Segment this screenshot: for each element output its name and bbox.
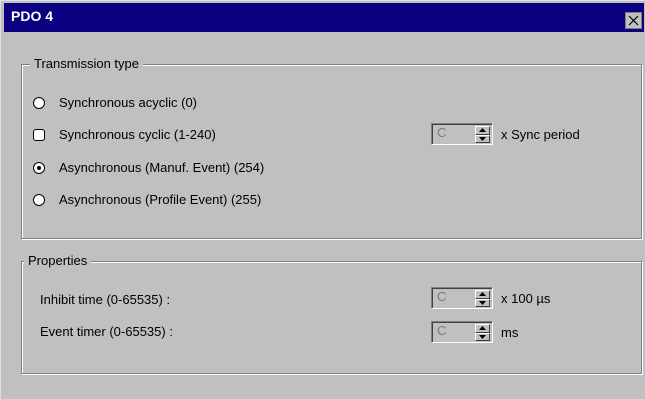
inhibit-time-label: Inhibit time (0-65535) :: [40, 292, 171, 307]
spin-up-icon: [479, 326, 486, 331]
sync-period-input[interactable]: C: [431, 123, 493, 145]
title-bar: PDO 4: [4, 3, 644, 32]
radio-synchronous-acyclic[interactable]: Synchronous acyclic (0): [33, 95, 197, 110]
radio-synchronous-cyclic[interactable]: Synchronous cyclic (1-240): [33, 127, 216, 142]
radio-label: Synchronous acyclic (0): [59, 95, 197, 110]
spin-down-button[interactable]: [475, 298, 490, 307]
spin-up-button[interactable]: [475, 324, 490, 333]
close-button[interactable]: [625, 12, 642, 29]
window-title: PDO 4: [11, 8, 54, 24]
spin-down-button[interactable]: [475, 332, 490, 341]
radio-button[interactable]: [33, 193, 45, 206]
properties-group: Properties: [21, 253, 642, 374]
sync-period-value: C: [437, 125, 447, 140]
sync-period-spinner: C x Sync period: [431, 123, 580, 145]
properties-legend: Properties: [24, 253, 92, 268]
event-timer-label: Event timer (0-65535) :: [40, 324, 173, 339]
radio-asynchronous-manuf-event[interactable]: Asynchronous (Manuf. Event) (254): [33, 160, 264, 175]
event-timer-spinner: C ms: [431, 321, 518, 343]
inhibit-time-unit: x 100 µs: [501, 290, 551, 306]
spin-down-button[interactable]: [475, 134, 490, 143]
close-icon: [628, 15, 639, 26]
pdo-dialog: PDO 4 Transmission type Synchronous acyc…: [0, 0, 645, 399]
radio-button-selected[interactable]: [33, 161, 45, 174]
spin-down-icon: [479, 334, 486, 339]
event-timer-value: C: [437, 323, 447, 338]
spin-down-icon: [479, 136, 486, 141]
radio-button[interactable]: [33, 96, 45, 109]
spin-down-icon: [479, 300, 486, 305]
spin-up-button[interactable]: [475, 290, 490, 299]
radio-label: Asynchronous (Manuf. Event) (254): [59, 160, 265, 175]
radio-label: Asynchronous (Profile Event) (255): [59, 192, 262, 207]
radio-button[interactable]: [33, 128, 45, 141]
radio-asynchronous-profile-event[interactable]: Asynchronous (Profile Event) (255): [33, 192, 261, 207]
transmission-type-group: Transmission type: [21, 56, 642, 239]
event-timer-unit: ms: [501, 324, 519, 340]
event-timer-input[interactable]: C: [431, 321, 493, 343]
sync-period-unit: x Sync period: [501, 126, 580, 142]
spin-up-button[interactable]: [475, 126, 490, 135]
spin-up-icon: [479, 292, 486, 297]
transmission-type-legend: Transmission type: [30, 56, 143, 71]
inhibit-time-spinner: C x 100 µs: [431, 287, 550, 309]
inhibit-time-input[interactable]: C: [431, 287, 493, 309]
radio-label: Synchronous cyclic (1-240): [59, 127, 216, 142]
spin-up-icon: [479, 128, 486, 133]
inhibit-time-value: C: [437, 289, 447, 304]
